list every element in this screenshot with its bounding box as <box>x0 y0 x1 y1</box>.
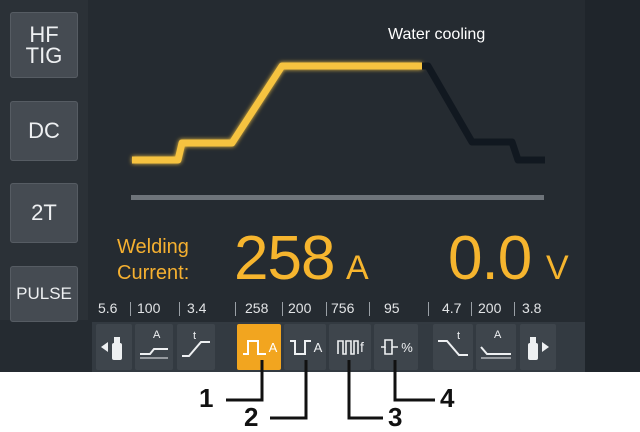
callout-number-3: 3 <box>388 402 403 432</box>
callout-number-2: 2 <box>244 402 259 432</box>
peak-current-label: A <box>268 339 278 355</box>
upslope-button[interactable]: t <box>177 324 215 370</box>
param-value: 5.6 <box>98 300 118 316</box>
curve-inactive-segment <box>422 62 545 164</box>
base-current-button[interactable]: A <box>284 324 326 370</box>
welding-label-line1: Welding <box>117 236 189 258</box>
duty-cycle-icon <box>381 339 399 355</box>
param-value: 200 <box>288 300 312 316</box>
downslope-label: t <box>457 330 461 342</box>
param-value: 95 <box>384 300 400 316</box>
downslope-button[interactable]: t <box>433 324 473 370</box>
duty-cycle-button[interactable]: % <box>374 324 418 370</box>
divider <box>130 302 131 316</box>
divider <box>369 302 370 316</box>
welding-curve <box>131 62 545 200</box>
param-value: 756 <box>331 300 355 316</box>
callout-number-4: 4 <box>440 383 455 413</box>
divider <box>514 302 515 316</box>
param-value: 100 <box>137 300 161 316</box>
divider <box>326 302 327 316</box>
post-gas-icon <box>528 337 549 360</box>
pre-gas-button[interactable] <box>96 324 132 370</box>
base-current-icon <box>289 340 311 355</box>
param-value: 258 <box>245 300 269 316</box>
param-value: 200 <box>478 300 502 316</box>
divider <box>179 302 180 316</box>
voltage-value: 0.0 <box>448 224 532 293</box>
start-current-label: A <box>153 329 161 341</box>
divider <box>282 302 283 316</box>
post-gas-button[interactable] <box>520 324 556 370</box>
peak-current-button[interactable]: A <box>237 324 281 370</box>
pulse-frequency-icon <box>337 340 359 355</box>
start-current-button[interactable]: A <box>135 324 173 370</box>
upslope-label: t <box>193 330 197 342</box>
pulse-frequency-label: f <box>360 339 364 355</box>
divider <box>471 302 472 316</box>
welding-current-label: Welding Current: <box>117 234 189 286</box>
callout-number-1: 1 <box>199 383 214 413</box>
pre-gas-icon <box>101 337 122 360</box>
downslope-icon <box>438 340 468 356</box>
welding-label-line2: Current: <box>117 262 190 284</box>
duty-cycle-label: % <box>401 339 413 355</box>
base-current-label: A <box>313 339 323 355</box>
current-value: 258 <box>234 224 335 293</box>
voltage-unit: V <box>546 249 569 287</box>
curve-active-segment <box>132 62 422 164</box>
peak-current-icon <box>242 340 266 355</box>
param-value: 3.4 <box>187 300 207 316</box>
crater-current-button[interactable]: A <box>476 324 516 370</box>
divider <box>235 302 236 316</box>
pulse-frequency-button[interactable]: f <box>329 324 371 370</box>
crater-current-label: A <box>494 329 502 341</box>
param-value: 3.8 <box>522 300 542 316</box>
curve-baseline <box>131 195 544 200</box>
param-value: 4.7 <box>442 300 462 316</box>
divider <box>428 302 429 316</box>
current-unit: A <box>346 249 369 287</box>
